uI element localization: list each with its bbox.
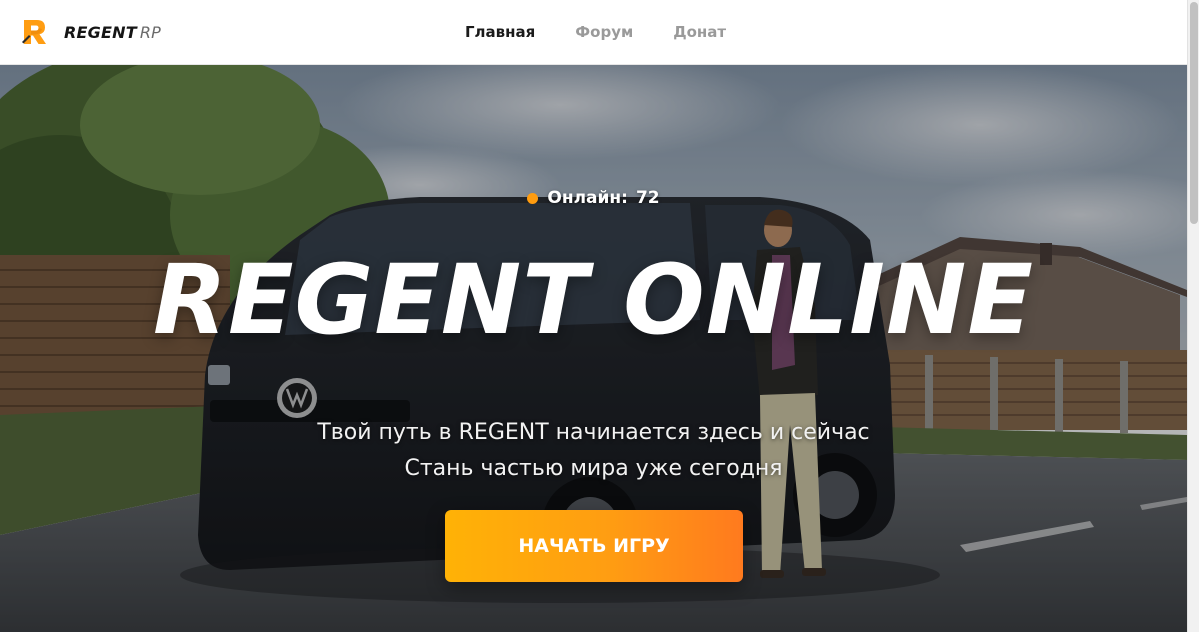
logo-link[interactable]: REGENT RP	[21, 16, 161, 48]
hero-subtitle: Твой путь в REGENT начинается здесь и се…	[0, 415, 1187, 487]
page-scrollbar[interactable]	[1187, 0, 1199, 632]
online-status-dot-icon	[527, 192, 539, 204]
site-header: REGENT RP Главная Форум Донат	[0, 0, 1187, 65]
online-counter: Онлайн: 72	[0, 188, 1187, 208]
nav-link-donate[interactable]: Донат	[673, 23, 726, 41]
main-nav: Главная Форум Донат	[465, 0, 766, 64]
logo-brand: REGENT	[64, 22, 137, 42]
hero-section: Онлайн: 72 REGENT ONLINE Твой путь в REG…	[0, 65, 1187, 632]
regent-r-logo-icon	[22, 20, 46, 44]
nav-link-home[interactable]: Главная	[465, 23, 535, 41]
logo-text: REGENT RP	[64, 23, 161, 42]
hero-subtitle-line-1: Твой путь в REGENT начинается здесь и се…	[317, 420, 870, 445]
logo-suffix: RP	[139, 22, 161, 42]
online-count: 72	[635, 188, 660, 208]
online-label: Онлайн:	[547, 188, 628, 208]
hero-title: REGENT ONLINE	[153, 244, 1034, 356]
start-game-button[interactable]: НАЧАТЬ ИГРУ	[445, 510, 743, 582]
nav-link-forum[interactable]: Форум	[575, 23, 633, 41]
hero-subtitle-line-2: Стань частью мира уже сегодня	[404, 456, 783, 481]
scrollbar-thumb[interactable]	[1190, 2, 1198, 224]
